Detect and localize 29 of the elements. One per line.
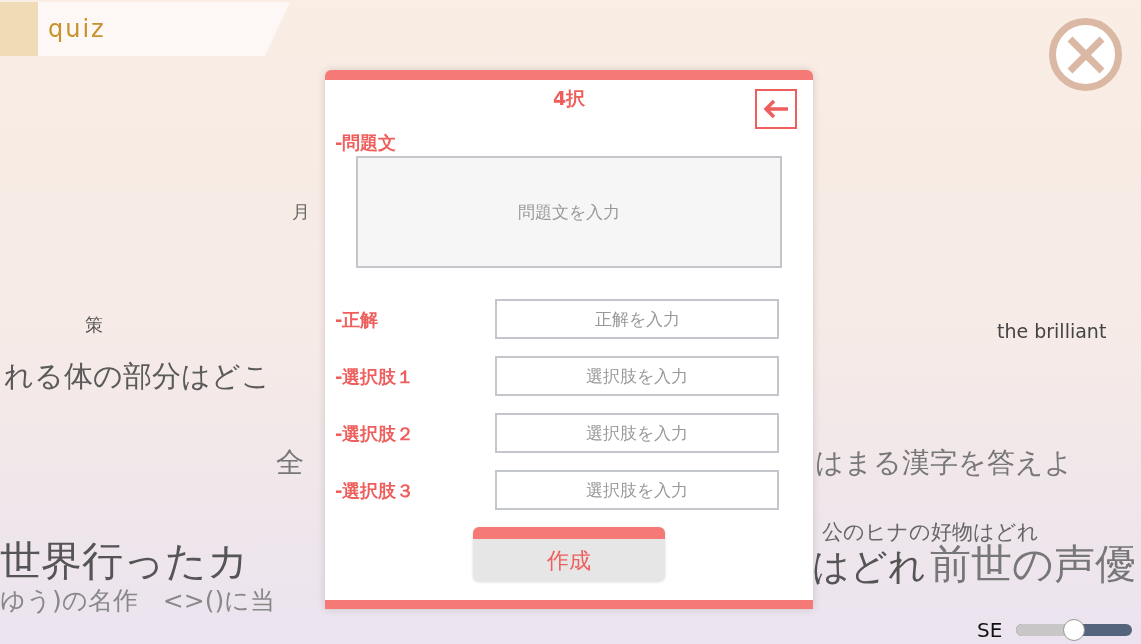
floating-quiz-text: 策 [85,316,103,334]
field-label: -正解 [335,307,380,332]
dialog-title: 4択 [552,85,586,111]
field-label: -選択肢２ [335,421,416,446]
arrow-left-icon [762,98,790,120]
tab-title: quiz [48,14,106,45]
slider-thumb[interactable] [1063,619,1086,641]
answer-field[interactable]: 選択肢を入力 [495,470,779,510]
field-label: -選択肢１ [335,364,416,389]
back-button[interactable] [755,89,797,129]
floating-quiz-text: 月 [292,203,310,221]
create-button[interactable]: 作成 [473,527,665,581]
answer-field[interactable]: 正解を入力 [495,299,779,339]
field-label: -選択肢３ [335,478,416,503]
floating-quiz-text: 世界行ったカ [0,541,249,582]
answer-field[interactable]: 選択肢を入力 [495,356,779,396]
question-label: -問題文 [335,132,398,154]
slider-label: SE [977,620,1003,640]
floating-quiz-text: the brilliant [997,322,1107,341]
floating-quiz-text: 公のヒナの好物はどれ [822,522,1039,543]
floating-quiz-text: はまる漢字を答えよ [815,449,1073,477]
floating-quiz-text: れる体の部分はどこ [4,362,271,391]
tab-accent [0,2,38,56]
question-field[interactable]: 問題文を入力 [356,156,782,268]
floating-quiz-text: はどれ [812,548,926,585]
floating-quiz-text: 全 [276,449,304,477]
floating-quiz-text: 前世の声優 [930,544,1136,585]
answer-field[interactable]: 選択肢を入力 [495,413,779,453]
floating-quiz-text: ゆう)の名作 <>()に当 [0,588,276,613]
